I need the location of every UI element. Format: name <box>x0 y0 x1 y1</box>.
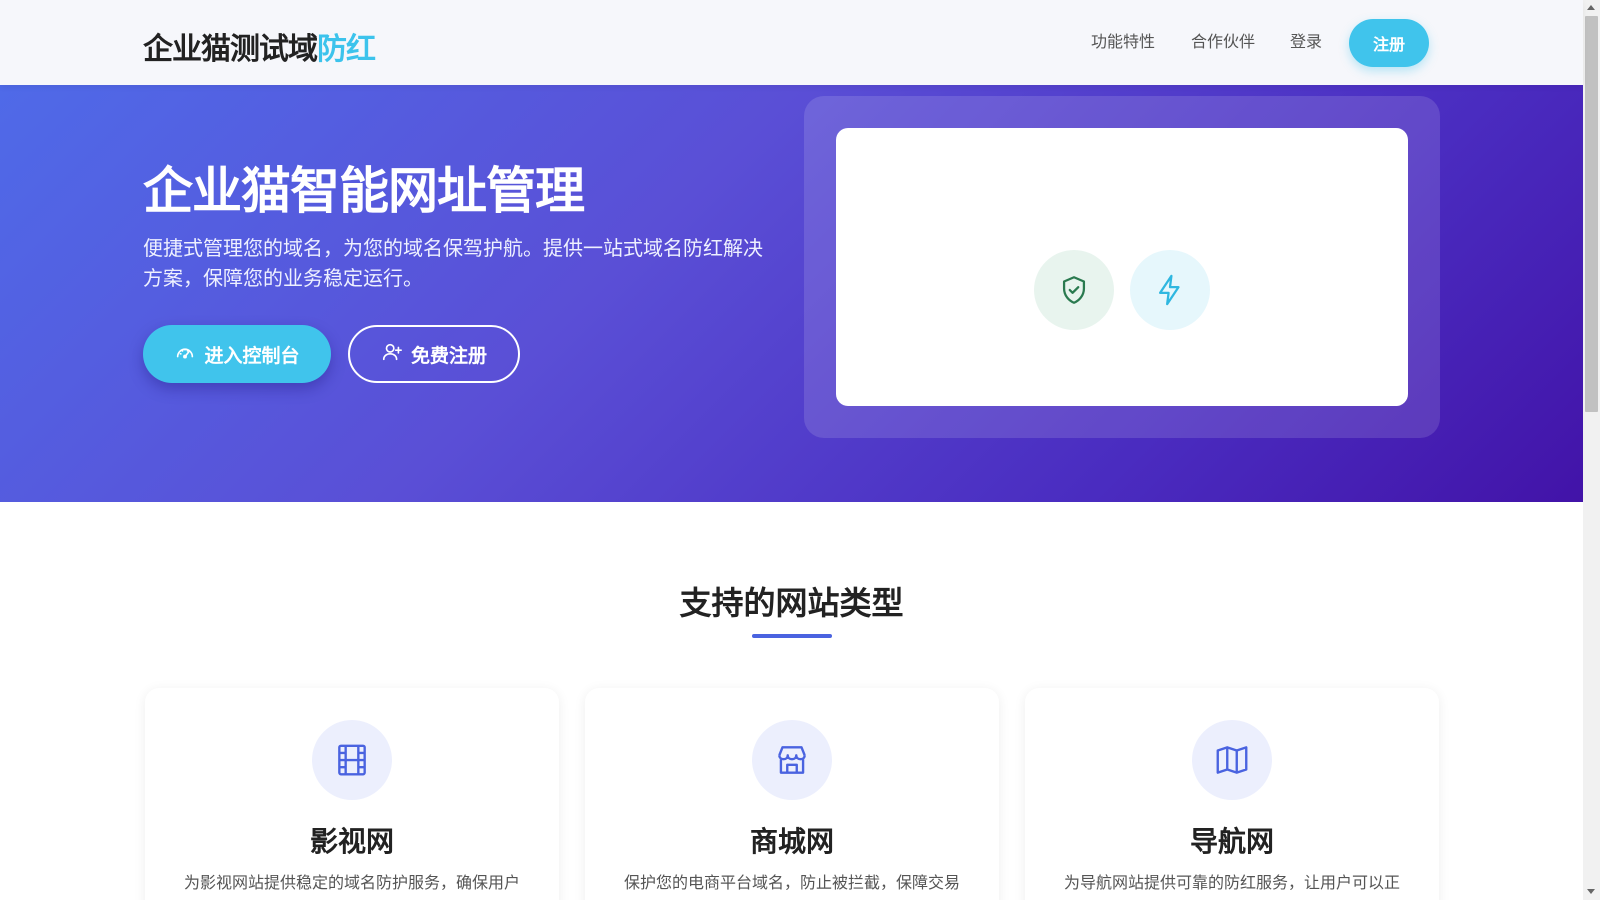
enter-console-label: 进入控制台 <box>204 344 300 367</box>
hero-description: 便捷式管理您的域名，为您的域名保驾护航。提供一站式域名防红解决方案，保障您的业务… <box>143 236 763 290</box>
section-title-underline <box>752 634 832 638</box>
site-logo[interactable]: 企业猫测试域防红 <box>143 24 376 68</box>
register-button[interactable]: 注册 <box>1349 19 1429 67</box>
dashboard-icon <box>174 341 196 368</box>
nav-menu: 功能特性 合作伙伴 登录 注册 <box>1091 0 1441 85</box>
logo-main-text: 企业猫测试域 <box>143 32 318 67</box>
card-description: 为影视网站提供稳定的域名防护服务，确保用户 <box>183 873 520 892</box>
card-title: 商城网 <box>749 825 834 858</box>
logo-accent-text: 防红 <box>317 32 376 67</box>
store-icon <box>752 720 832 800</box>
card-title: 影视网 <box>309 825 394 858</box>
lightning-icon <box>1130 250 1210 330</box>
hero-illustration-panel <box>804 96 1440 438</box>
section-title: 支持的网站类型 <box>679 584 904 622</box>
nav-link-features[interactable]: 功能特性 <box>1091 28 1155 52</box>
scrollbar-thumb[interactable] <box>1585 16 1598 412</box>
free-register-label: 免费注册 <box>410 344 487 367</box>
shield-check-icon <box>1034 250 1114 330</box>
map-icon <box>1192 720 1272 800</box>
scroll-up-arrow-icon[interactable] <box>1587 5 1595 10</box>
top-navbar: 企业猫测试域防红 功能特性 合作伙伴 登录 注册 <box>0 0 1583 85</box>
card-description: 为导航网站提供可靠的防红服务，让用户可以正 <box>1063 873 1400 892</box>
hero-title: 企业猫智能网址管理 <box>143 162 585 220</box>
hero-illustration-card <box>836 128 1408 406</box>
card-title: 导航网 <box>1189 825 1274 858</box>
film-icon <box>312 720 392 800</box>
hero-section: 企业猫智能网址管理 便捷式管理您的域名，为您的域名保驾护航。提供一站式域名防红解… <box>0 85 1583 502</box>
site-type-card-shop[interactable]: 商城网 保护您的电商平台域名，防止被拦截，保障交易 <box>585 688 999 900</box>
scroll-down-arrow-icon[interactable] <box>1587 889 1595 894</box>
page-scrollbar[interactable] <box>1583 0 1600 900</box>
site-type-card-nav[interactable]: 导航网 为导航网站提供可靠的防红服务，让用户可以正 <box>1025 688 1439 900</box>
nav-link-partners[interactable]: 合作伙伴 <box>1191 28 1255 52</box>
user-plus-icon <box>381 341 403 368</box>
nav-link-login[interactable]: 登录 <box>1290 28 1322 52</box>
enter-console-button[interactable]: 进入控制台 <box>143 325 331 383</box>
site-type-card-film[interactable]: 影视网 为影视网站提供稳定的域名防护服务，确保用户 <box>145 688 559 900</box>
card-description: 保护您的电商平台域名，防止被拦截，保障交易 <box>623 873 960 892</box>
free-register-button[interactable]: 免费注册 <box>348 325 520 383</box>
